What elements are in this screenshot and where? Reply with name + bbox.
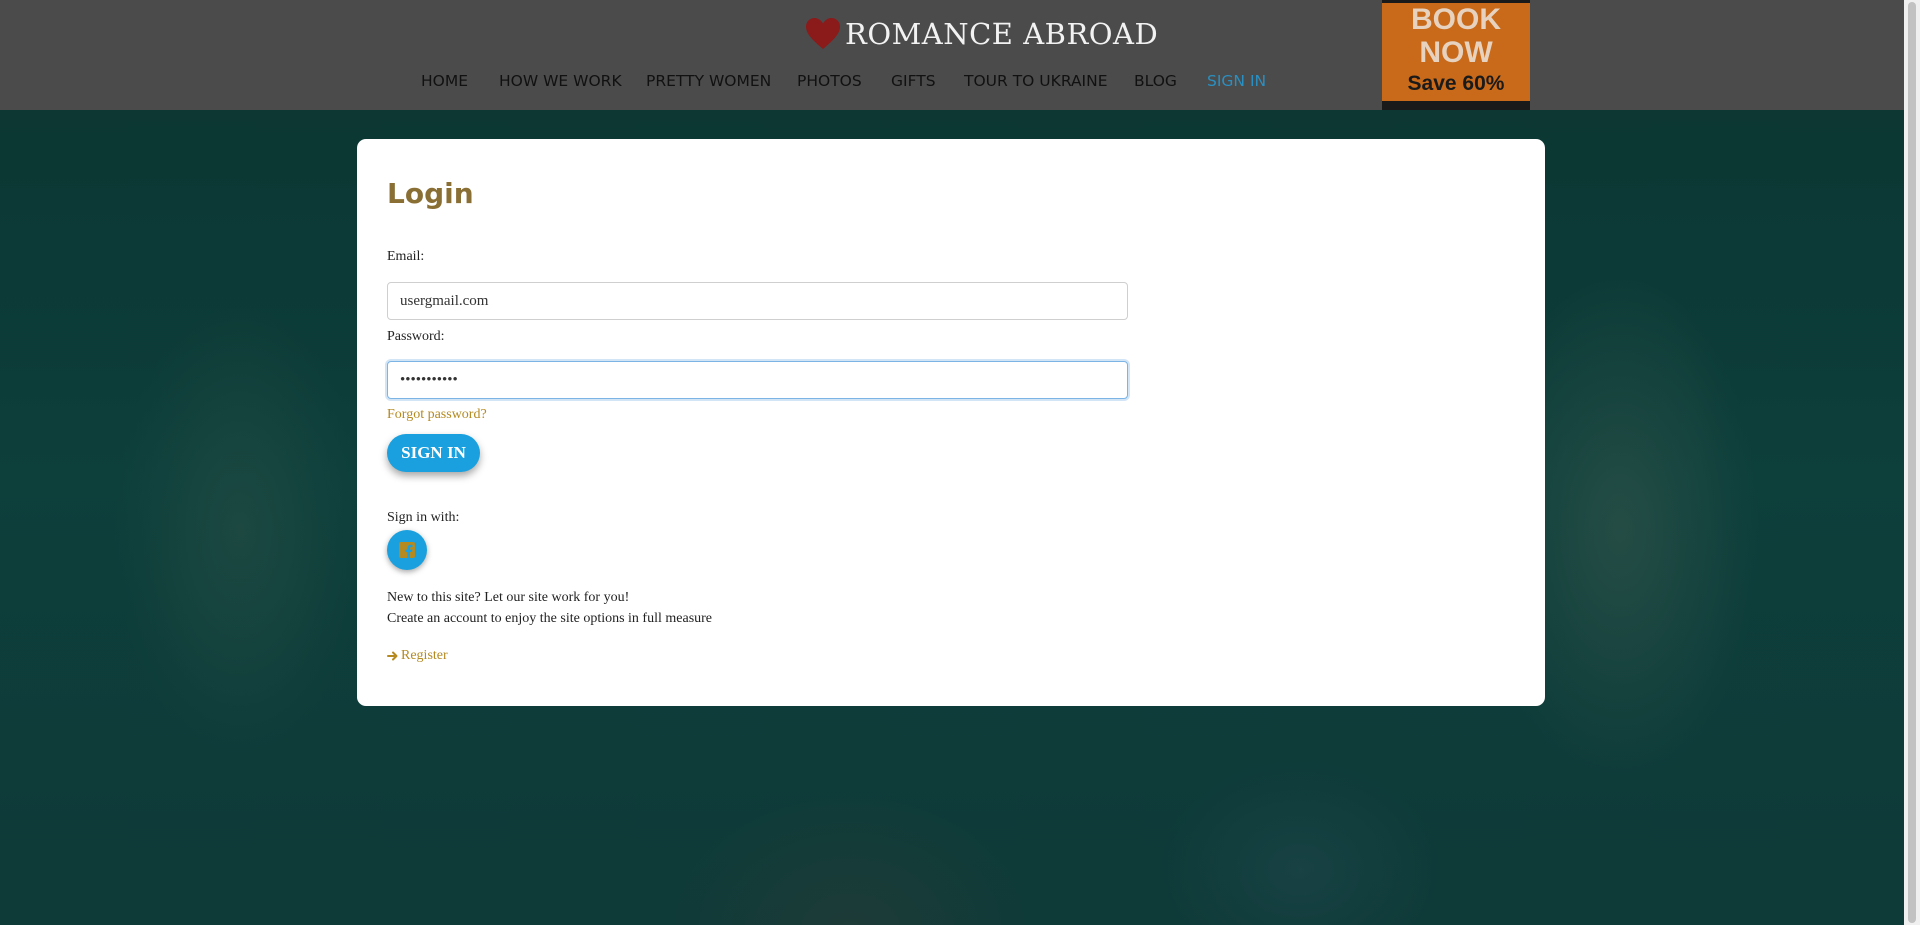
scrollbar-thumb[interactable]	[1908, 2, 1916, 923]
main-nav: HOME HOW WE WORK PRETTY WOMEN PHOTOS GIF…	[0, 72, 1904, 96]
create-account-text: Create an account to enjoy the site opti…	[387, 611, 713, 626]
promo-now: NOW	[1419, 36, 1493, 69]
arrow-right-icon	[387, 651, 398, 661]
nav-sign-in[interactable]: SIGN IN	[1207, 72, 1266, 90]
page-title: Login	[387, 177, 474, 210]
sign-in-button[interactable]: SIGN IN	[387, 434, 480, 472]
promo-save: Save 60%	[1407, 72, 1505, 95]
email-field[interactable]	[387, 282, 1128, 320]
login-card: Login Email: Password: Forgot password? …	[357, 139, 1545, 706]
page-scrollbar[interactable]	[1904, 0, 1920, 925]
book-now-panel: BOOK NOW Save 60%	[1382, 3, 1530, 101]
site-logo[interactable]: ROMANCE ABROAD	[805, 14, 1158, 54]
register-link[interactable]: Register	[387, 648, 448, 664]
forgot-password-link[interactable]: Forgot password?	[387, 407, 487, 423]
nav-gifts[interactable]: GIFTS	[891, 72, 936, 90]
register-label: Register	[401, 648, 448, 663]
nav-pretty-women[interactable]: PRETTY WOMEN	[646, 72, 771, 90]
brand-name: ROMANCE ABROAD	[845, 17, 1159, 51]
sign-in-with-label: Sign in with:	[387, 510, 460, 525]
facebook-icon	[399, 542, 415, 558]
nav-blog[interactable]: BLOG	[1134, 72, 1177, 90]
password-label: Password:	[387, 329, 445, 344]
nav-home[interactable]: HOME	[421, 72, 468, 90]
nav-tour-to-ukraine[interactable]: TOUR TO UKRAINE	[964, 72, 1108, 90]
new-to-site-text: New to this site? Let our site work for …	[387, 590, 630, 605]
book-now-banner[interactable]: BOOK NOW Save 60%	[1382, 0, 1530, 111]
password-field[interactable]	[387, 361, 1128, 399]
promo-book: BOOK	[1411, 3, 1501, 36]
email-label: Email:	[387, 249, 425, 264]
site-header: ROMANCE ABROAD HOME HOW WE WORK PRETTY W…	[0, 0, 1904, 111]
nav-how-we-work[interactable]: HOW WE WORK	[499, 72, 622, 90]
heart-icon	[806, 18, 840, 49]
nav-photos[interactable]: PHOTOS	[797, 72, 862, 90]
facebook-login-button[interactable]	[387, 530, 427, 570]
